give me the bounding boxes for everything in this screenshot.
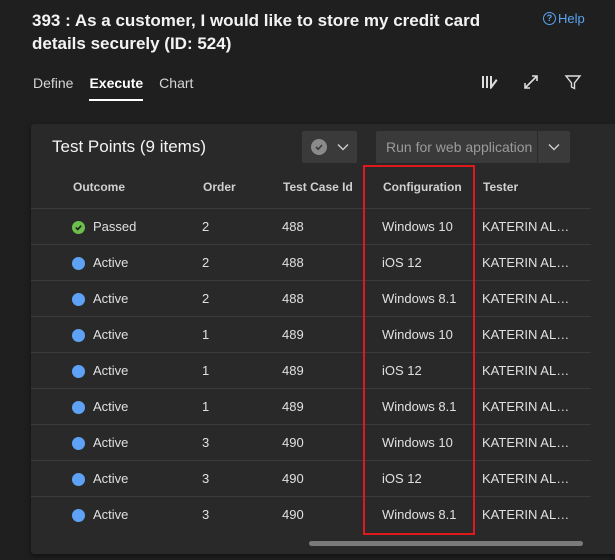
outcome-cell: Active bbox=[93, 471, 129, 486]
order-cell: 3 bbox=[202, 507, 210, 522]
outcome-cell: Active bbox=[93, 399, 129, 414]
test-case-id-cell: 490 bbox=[282, 471, 304, 486]
tab-execute[interactable]: Execute bbox=[89, 75, 144, 101]
chevron-down-icon bbox=[337, 144, 348, 151]
test-case-id-cell: 489 bbox=[282, 327, 304, 342]
table-header: Outcome Order Test Case Id Configuration… bbox=[31, 172, 615, 208]
table-row[interactable]: Active 2 488 iOS 12 KATERIN ALME... bbox=[31, 244, 591, 281]
tester-cell: KATERIN ALME... bbox=[482, 219, 578, 234]
table-row[interactable]: Active 3 490 Windows 10 KATERIN ALME... bbox=[31, 424, 591, 461]
outcome-cell: Active bbox=[93, 255, 129, 270]
tab-chart[interactable]: Chart bbox=[159, 75, 193, 101]
tester-cell: KATERIN ALME... bbox=[482, 327, 578, 342]
active-icon bbox=[72, 329, 85, 342]
expand-icon[interactable] bbox=[522, 73, 540, 91]
order-cell: 3 bbox=[202, 471, 210, 486]
column-header-test-case-id[interactable]: Test Case Id bbox=[283, 180, 353, 194]
tester-cell: KATERIN ALME... bbox=[482, 255, 578, 270]
active-icon bbox=[72, 257, 85, 270]
test-case-id-cell: 488 bbox=[282, 255, 304, 270]
table-row[interactable]: Active 1 489 iOS 12 KATERIN ALME... bbox=[31, 352, 591, 389]
column-header-outcome[interactable]: Outcome bbox=[73, 180, 125, 194]
table-row[interactable]: Active 1 489 Windows 10 KATERIN ALME... bbox=[31, 316, 591, 353]
horizontal-scrollbar[interactable] bbox=[309, 541, 583, 546]
order-cell: 1 bbox=[202, 327, 210, 342]
test-case-id-cell: 488 bbox=[282, 291, 304, 306]
help-label: Help bbox=[558, 11, 585, 26]
outcome-cell: Active bbox=[93, 507, 129, 522]
table-row[interactable]: Active 3 490 Windows 8.1 KATERIN ALME... bbox=[31, 496, 591, 533]
configuration-cell: Windows 10 bbox=[382, 327, 453, 342]
order-cell: 1 bbox=[202, 363, 210, 378]
tester-cell: KATERIN ALME... bbox=[482, 363, 578, 378]
tester-cell: KATERIN ALME... bbox=[482, 507, 578, 522]
run-button[interactable]: Run for web application bbox=[376, 139, 537, 155]
table-row[interactable]: Active 2 488 Windows 8.1 KATERIN ALME... bbox=[31, 280, 591, 317]
test-case-id-cell: 490 bbox=[282, 507, 304, 522]
page-title: 393 : As a customer, I would like to sto… bbox=[32, 11, 481, 53]
test-case-id-cell: 488 bbox=[282, 219, 304, 234]
test-points-panel: Test Points (9 items) Run for web applic… bbox=[31, 124, 615, 554]
passed-icon bbox=[72, 221, 85, 234]
configuration-cell: Windows 8.1 bbox=[382, 399, 457, 414]
column-options-icon[interactable] bbox=[480, 73, 498, 91]
filter-icon[interactable] bbox=[564, 73, 582, 91]
tester-cell: KATERIN ALME... bbox=[482, 291, 578, 306]
order-cell: 2 bbox=[202, 219, 210, 234]
test-case-id-cell: 489 bbox=[282, 399, 304, 414]
column-header-configuration[interactable]: Configuration bbox=[383, 180, 462, 194]
test-case-id-cell: 489 bbox=[282, 363, 304, 378]
active-icon bbox=[72, 365, 85, 378]
chevron-down-icon bbox=[548, 144, 560, 151]
test-case-id-cell: 490 bbox=[282, 435, 304, 450]
table-row[interactable]: Passed 2 488 Windows 10 KATERIN ALME... bbox=[31, 208, 591, 245]
order-cell: 2 bbox=[202, 255, 210, 270]
active-icon bbox=[72, 473, 85, 486]
outcome-cell: Active bbox=[93, 363, 129, 378]
column-header-order[interactable]: Order bbox=[203, 180, 236, 194]
active-icon bbox=[72, 509, 85, 522]
mark-outcome-button[interactable] bbox=[302, 131, 357, 163]
configuration-cell: Windows 8.1 bbox=[382, 291, 457, 306]
column-header-tester[interactable]: Tester bbox=[483, 180, 518, 194]
check-circle-icon bbox=[310, 139, 327, 155]
toolbar bbox=[480, 73, 582, 91]
help-link[interactable]: ? Help bbox=[543, 11, 585, 26]
order-cell: 2 bbox=[202, 291, 210, 306]
configuration-cell: iOS 12 bbox=[382, 363, 422, 378]
active-icon bbox=[72, 401, 85, 414]
configuration-cell: Windows 10 bbox=[382, 435, 453, 450]
tab-define[interactable]: Define bbox=[33, 75, 73, 101]
tester-cell: KATERIN ALME... bbox=[482, 399, 578, 414]
outcome-cell: Active bbox=[93, 435, 129, 450]
run-options-dropdown[interactable] bbox=[537, 131, 570, 163]
order-cell: 1 bbox=[202, 399, 210, 414]
table-row[interactable]: Active 3 490 iOS 12 KATERIN ALME... bbox=[31, 460, 591, 497]
configuration-cell: iOS 12 bbox=[382, 471, 422, 486]
configuration-cell: iOS 12 bbox=[382, 255, 422, 270]
panel-title: Test Points (9 items) bbox=[52, 137, 206, 156]
tab-bar: Define Execute Chart bbox=[33, 75, 209, 101]
tester-cell: KATERIN ALME... bbox=[482, 435, 578, 450]
outcome-cell: Active bbox=[93, 327, 129, 342]
tester-cell: KATERIN ALME... bbox=[482, 471, 578, 486]
active-icon bbox=[72, 293, 85, 306]
configuration-cell: Windows 10 bbox=[382, 219, 453, 234]
configuration-cell: Windows 8.1 bbox=[382, 507, 457, 522]
outcome-cell: Active bbox=[93, 291, 129, 306]
help-icon: ? bbox=[543, 12, 556, 25]
active-icon bbox=[72, 437, 85, 450]
order-cell: 3 bbox=[202, 435, 210, 450]
run-split-button: Run for web application bbox=[376, 131, 570, 163]
outcome-cell: Passed bbox=[93, 219, 137, 234]
table-row[interactable]: Active 1 489 Windows 8.1 KATERIN ALME... bbox=[31, 388, 591, 425]
